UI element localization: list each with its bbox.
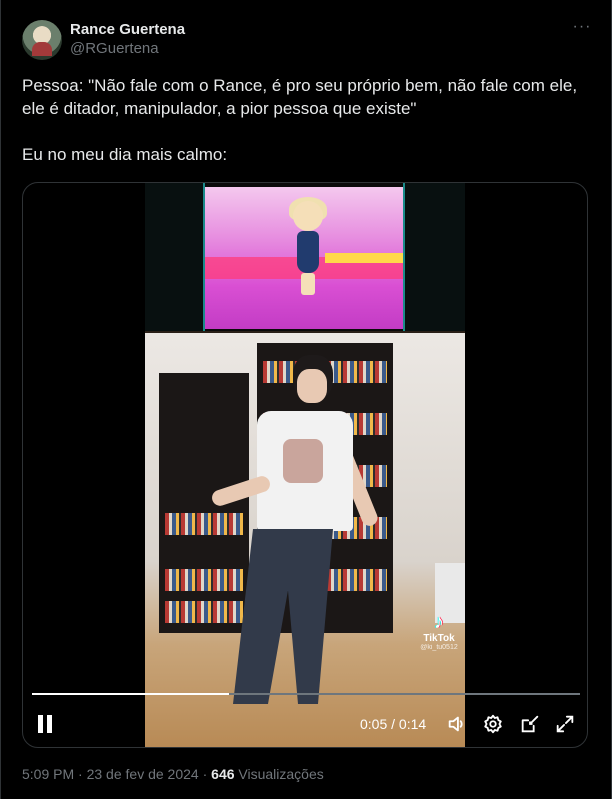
video-top-panel xyxy=(145,183,465,331)
anime-scene xyxy=(205,187,403,329)
more-options-icon[interactable]: ··· xyxy=(572,19,592,40)
video-progress-bar[interactable] xyxy=(32,693,580,695)
tweet-meta: 5:09 PM · 23 de fev de 2024 · 646 Visual… xyxy=(22,766,324,782)
tiktok-watermark: ♪ TikTok @ki_tu0512 xyxy=(417,611,461,651)
video-progress-fill xyxy=(32,693,230,695)
gear-icon[interactable] xyxy=(482,713,504,735)
meta-separator: · xyxy=(78,766,83,782)
author-handle[interactable]: @RGuertena xyxy=(70,39,185,59)
dock-icon[interactable] xyxy=(519,713,541,735)
views-label: Visualizações xyxy=(238,766,324,782)
video-controls: 0:05 / 0:14 xyxy=(23,707,587,743)
views-count: 646 xyxy=(211,766,235,782)
tiktok-icon: ♪ xyxy=(434,611,444,633)
meta-separator-2: · xyxy=(202,766,208,782)
bookshelf-left xyxy=(159,373,249,633)
video-player[interactable]: ♪ TikTok @ki_tu0512 0:05 / 0:14 xyxy=(22,182,588,748)
video-time: 0:05 / 0:14 xyxy=(360,716,427,732)
room-scene xyxy=(145,333,465,747)
volume-icon[interactable] xyxy=(446,713,468,735)
tweet-time[interactable]: 5:09 PM xyxy=(22,766,74,782)
tiktok-brand: TikTok xyxy=(423,633,455,644)
video-frame[interactable]: ♪ TikTok @ki_tu0512 xyxy=(145,183,465,747)
author-display-name[interactable]: Rance Guertena xyxy=(70,21,185,39)
tweet-date[interactable]: 23 de fev de 2024 xyxy=(87,766,199,782)
avatar[interactable] xyxy=(22,20,62,60)
tweet-header: Rance Guertena @RGuertena ··· xyxy=(22,18,596,62)
fullscreen-icon[interactable] xyxy=(554,713,576,735)
author-names: Rance Guertena @RGuertena xyxy=(70,21,185,59)
tiktok-user: @ki_tu0512 xyxy=(420,644,458,651)
pause-icon[interactable] xyxy=(37,715,53,733)
tweet-text: Pessoa: "Não fale com o Rance, é pro seu… xyxy=(22,76,578,164)
